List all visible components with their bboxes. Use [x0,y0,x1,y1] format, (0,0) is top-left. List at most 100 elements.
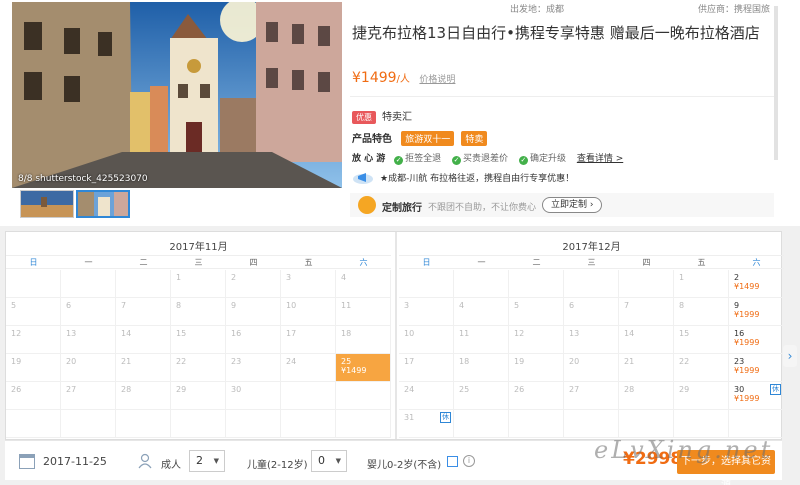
check-icon: ✓ [518,156,528,165]
view-details-link[interactable]: 查看详情 > [577,154,623,164]
price-explanation-link[interactable]: 价格说明 [419,75,455,85]
day-cell-selected[interactable]: 25 ¥1499 [336,354,391,382]
next-month-arrow[interactable]: › [783,345,797,367]
next-step-button[interactable]: 下一步，选择其它资源 [677,450,775,485]
selected-date[interactable]: 2017-11-25 [43,455,107,468]
day-cell [399,270,454,298]
day-number: 11 [341,301,352,310]
day-number: 28 [121,385,132,394]
day-number: 4 [459,301,465,310]
day-number: 9 [734,301,740,310]
day-cell: 12 [509,326,564,354]
infant-checkbox[interactable] [447,456,458,467]
day-cell [171,410,226,438]
month-title: 2017年11月 [169,242,228,253]
weekday-label: 四 [249,258,258,267]
info-icon[interactable]: i [463,455,475,467]
photo-gallery: 8/8 shutterstock_425523070 [12,2,342,222]
day-number: 11 [459,329,470,338]
day-cell [116,270,171,298]
day-number: 24 [286,357,297,366]
day-cell [619,270,674,298]
day-cell: 6 [564,298,619,326]
day-number: 13 [66,329,77,338]
deal-line: 优惠 特卖汇 [352,108,412,124]
day-number: 22 [679,357,690,366]
day-cell: 29 [674,382,729,410]
day-price: ¥1499 [734,282,760,291]
day-cell [564,410,619,438]
day-number: 30 [231,385,242,394]
day-number: 12 [514,329,525,338]
day-number: 10 [286,301,297,310]
day-cell [336,382,391,410]
calendar-month: 2017年12月 日一二三四五六 1 2 ¥1499 3 4 5 6 7 8 9 ¥1999 10 11… [399,232,784,439]
day-number: 9 [231,301,237,310]
supplier: 供应商：携程国旅 [698,5,771,15]
day-number: 25 [341,357,352,366]
day-number: 27 [569,385,580,394]
day-number: 8 [679,301,685,310]
day-cell[interactable]: 16 ¥1999 [729,326,784,354]
calendar-month: 2017年11月 日一二三四五六 1 2 3 4 5 6 7 8 9 10 11 12 13 14 15 16… [6,232,391,439]
day-grid: 1 2 3 4 5 6 7 8 9 10 11 12 13 14 15 16 17 18 19 20 21 22 23 24 2… [6,270,391,439]
child-select[interactable]: 0 ▼ [311,450,347,472]
features-label: 产品特色 [352,134,392,145]
day-cell: 19 [509,354,564,382]
day-cell: 8 [674,298,729,326]
promo-line: ★成都-川航 布拉格往返，携程自由行专享优惠！ [352,170,574,184]
day-number: 3 [404,301,410,310]
day-cell[interactable]: 9 ¥1999 [729,298,784,326]
day-cell: 7 [619,298,674,326]
day-number: 12 [11,329,22,338]
thumbnail[interactable] [20,190,74,218]
price-unit: /人 [396,74,410,85]
weekday-label: 六 [359,258,368,267]
day-number: 4 [341,273,347,282]
main-photo[interactable]: 8/8 shutterstock_425523070 [12,2,342,188]
weekday-label: 日 [29,258,38,267]
product-title: 捷克布拉格13日自由行•携程专享特惠 赠最后一晚布拉格酒店 [352,24,760,42]
custom-travel-icon [358,196,376,214]
calendar-icon [19,454,35,469]
day-number: 14 [121,329,132,338]
day-cell: 28 [619,382,674,410]
departure-city: 出发地：成都 [510,5,565,15]
day-cell: 4 [336,270,391,298]
day-number: 1 [679,273,685,282]
product-info: 出发地：成都 供应商：携程国旅 捷克布拉格13日自由行•携程专享特惠 赠最后一晚… [350,0,774,226]
booking-bar: 2017-11-25 成人 2 ▼ 儿童(2-12岁) 0 ▼ 婴儿0-2岁(不… [5,440,782,485]
day-cell: 31 休 [399,410,454,438]
price-line: ¥1499/人 价格说明 [352,70,455,86]
feature-tag: 特卖 [461,131,488,146]
guarantee-item: ✓ 买贵退差价 [452,154,509,165]
day-cell [674,410,729,438]
day-cell [454,270,509,298]
day-cell: 6 [61,298,116,326]
calendar-divider [395,232,397,439]
weekday-label: 二 [532,258,541,267]
day-cell: 20 [61,354,116,382]
weekday-label: 五 [304,258,313,267]
day-cell[interactable]: 2 ¥1499 [729,270,784,298]
thumbnail-selected[interactable] [76,190,130,218]
day-price: ¥1499 [341,366,367,375]
product-header: 8/8 shutterstock_425523070 出发地：成都 供应商：携程… [0,0,800,226]
weekday-label: 三 [587,258,596,267]
custom-now-button[interactable]: 立即定制 › [542,197,603,213]
day-number: 18 [459,357,470,366]
day-number: 28 [624,385,635,394]
check-icon: ✓ [394,156,404,165]
day-cell[interactable]: 30 ¥1999 休 [729,382,784,410]
info-scrollbar[interactable] [774,6,778,160]
day-cell: 1 [674,270,729,298]
adult-select[interactable]: 2 ▼ [189,450,225,472]
product-features: 产品特色 旅游双十一 特卖 [352,130,491,146]
day-cell: 24 [281,354,336,382]
day-number: 23 [734,357,745,366]
day-cell [509,270,564,298]
day-cell [6,270,61,298]
day-cell: 1 [171,270,226,298]
month-title: 2017年12月 [562,242,621,253]
day-cell[interactable]: 23 ¥1999 [729,354,784,382]
